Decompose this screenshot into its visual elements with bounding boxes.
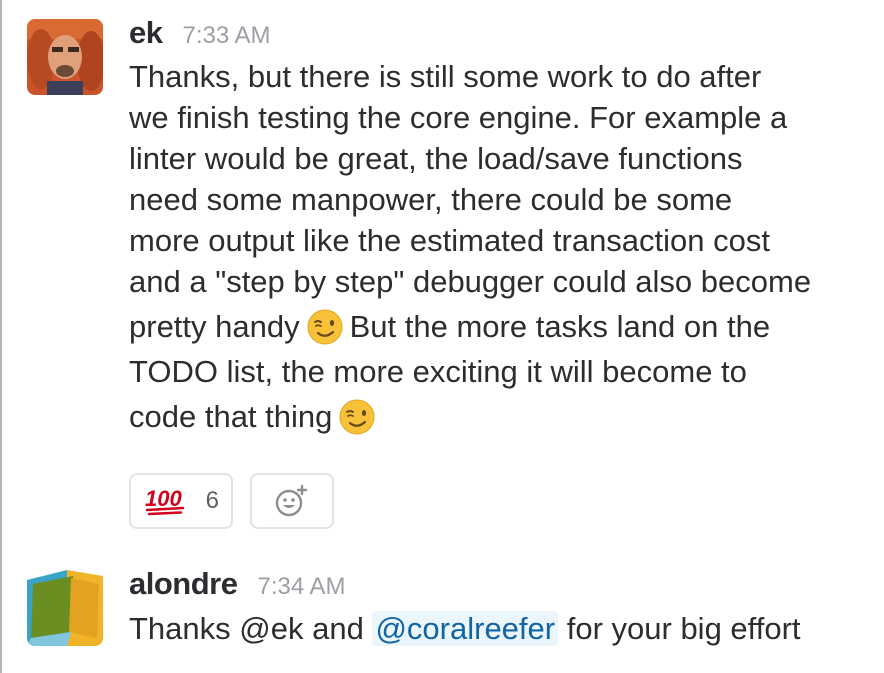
100-emoji-icon: 100 [145,486,185,516]
timestamp[interactable]: 7:34 AM [257,573,345,601]
message-line: pretty handy But the more tasks land on … [129,302,869,351]
message-alondre: alondre 7:34 AM Thanks @ek and @coralree… [0,560,884,673]
reaction-100-button[interactable]: 100 6 [129,473,233,529]
author-name[interactable]: ek [129,15,163,51]
message-line: Thanks, but there is still some work to … [129,59,762,94]
message-line: need some manpower, there could be some [129,182,733,217]
message-body: Thanks, but there is still some work to … [129,56,869,441]
message-header: ek 7:33 AM [129,15,271,55]
reactions-bar: 100 6 [129,473,334,529]
author-name[interactable]: alondre [129,566,238,602]
message-text: code that thing [129,399,333,434]
message-line: TODO list, the more exciting it will bec… [129,354,747,389]
avatar-ek[interactable] [27,19,103,95]
message-text: But the more tasks land on the [349,309,771,344]
add-reaction-icon [275,484,308,517]
avatar-alondre-image [27,570,103,646]
message-line: code that thing [129,392,869,441]
reaction-count: 6 [205,487,219,514]
message-line: we finish testing the core engine. For e… [129,100,788,135]
user-mention[interactable]: @coralreefer [372,611,559,646]
wink-emoji-icon [307,309,343,344]
avatar-alondre[interactable] [27,570,103,646]
message-body: Thanks @ek and @coralreefer for your big… [129,608,869,649]
message-text: Thanks @ek and [129,611,364,646]
avatar-ek-image [27,19,103,95]
message-ek: ek 7:33 AM Thanks, but there is still so… [0,0,884,550]
message-line: and a "step by step" debugger could also… [129,264,812,299]
message-text: for your big effort [566,611,801,646]
timestamp[interactable]: 7:33 AM [182,22,270,50]
message-header: alondre 7:34 AM [129,566,346,606]
message-line: more output like the estimated transacti… [129,223,770,258]
wink-emoji-icon [339,399,375,434]
add-reaction-button[interactable] [250,473,334,529]
message-text: pretty handy [129,309,300,344]
message-line: Thanks @ek and @coralreefer for your big… [129,608,869,649]
message-line: linter would be great, the load/save fun… [129,141,743,176]
